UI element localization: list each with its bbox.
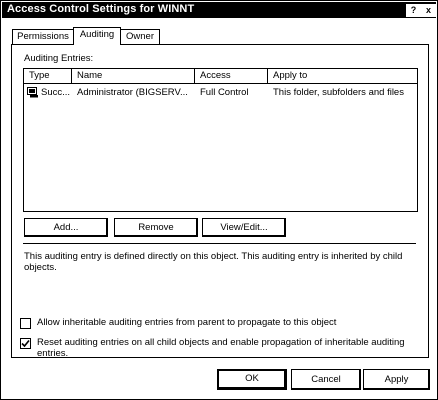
tab-auditing[interactable]: Auditing <box>73 27 121 45</box>
list-header: Type Name Access Apply to <box>24 69 417 84</box>
access-control-dialog: Access Control Settings for WINNT ? x Pe… <box>0 0 438 400</box>
entry-access: Full Control <box>200 87 249 98</box>
ok-button[interactable]: OK <box>217 369 287 390</box>
entry-name: Administrator (BIGSERV... <box>77 87 188 98</box>
tab-permissions[interactable]: Permissions <box>12 29 74 44</box>
add-button[interactable]: Add... <box>24 218 108 237</box>
inherit-from-parent-checkbox[interactable] <box>20 318 31 329</box>
column-header-type[interactable]: Type <box>24 69 72 83</box>
list-item[interactable]: Succ... Administrator (BIGSERV... Full C… <box>24 86 417 100</box>
apply-button[interactable]: Apply <box>363 369 430 390</box>
audit-entry-icon <box>27 87 38 98</box>
checkmark-icon <box>21 339 30 348</box>
auditing-entries-label: Auditing Entries: <box>24 53 94 64</box>
column-header-apply-to[interactable]: Apply to <box>268 69 417 83</box>
view-edit-button[interactable]: View/Edit... <box>202 218 286 237</box>
auditing-tab-panel: Auditing Entries: Type Name Access Apply… <box>11 44 429 359</box>
column-header-access[interactable]: Access <box>195 69 268 83</box>
entry-description: This auditing entry is defined directly … <box>24 251 403 273</box>
auditing-entries-list[interactable]: Type Name Access Apply to Succ... Admini… <box>23 68 418 212</box>
window-title: Access Control Settings for WINNT <box>7 3 195 15</box>
title-bar[interactable]: Access Control Settings for WINNT ? x <box>2 2 436 18</box>
divider <box>23 243 416 244</box>
help-button[interactable]: ? <box>406 4 421 17</box>
tab-owner[interactable]: Owner <box>120 29 160 44</box>
close-button[interactable]: x <box>421 4 436 17</box>
remove-button[interactable]: Remove <box>114 218 198 237</box>
reset-child-entries-checkbox[interactable] <box>20 338 31 349</box>
cancel-button[interactable]: Cancel <box>291 369 361 390</box>
column-header-name[interactable]: Name <box>72 69 195 83</box>
inherit-from-parent-label[interactable]: Allow inheritable auditing entries from … <box>37 317 407 328</box>
entry-type: Succ... <box>41 87 71 98</box>
entry-apply-to: This folder, subfolders and files <box>273 87 404 98</box>
reset-child-entries-label[interactable]: Reset auditing entries on all child obje… <box>37 337 407 359</box>
